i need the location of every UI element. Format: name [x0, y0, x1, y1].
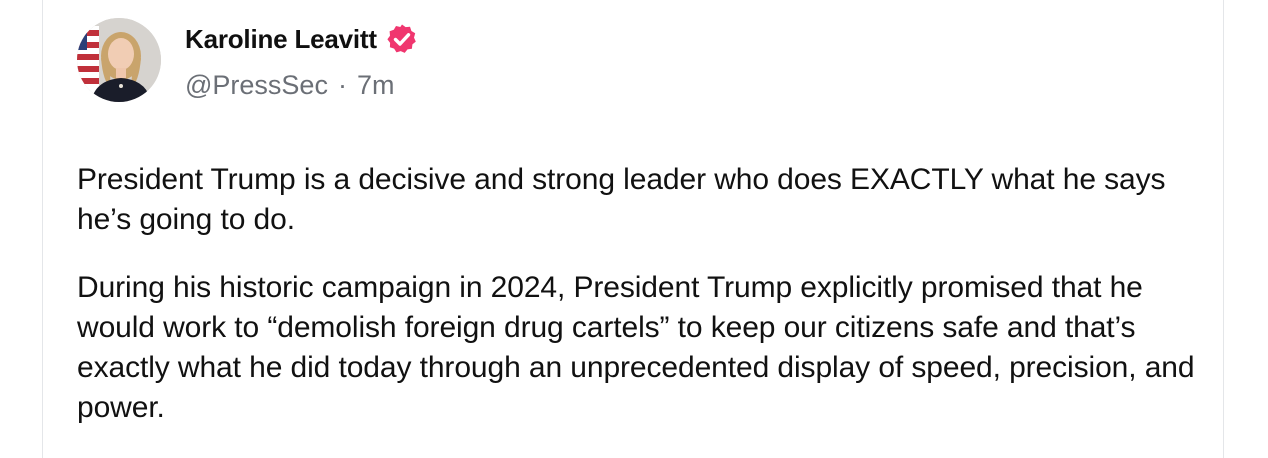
- meta-separator: ·: [337, 70, 347, 100]
- post-paragraph-1: President Trump is a decisive and strong…: [77, 163, 1166, 236]
- avatar[interactable]: [77, 18, 161, 102]
- post-card: Karoline Leavitt @PressSec · 7m Presiden…: [42, 0, 1224, 458]
- author-row: Karoline Leavitt: [185, 22, 419, 56]
- author-name[interactable]: Karoline Leavitt: [185, 24, 377, 55]
- post-body: President Trump is a decisive and strong…: [77, 160, 1197, 456]
- verified-badge-icon: [387, 24, 416, 53]
- post-meta: @PressSec · 7m: [185, 70, 394, 101]
- avatar-image: [77, 18, 161, 102]
- post-timestamp[interactable]: 7m: [357, 70, 395, 101]
- author-handle[interactable]: @PressSec: [185, 70, 328, 101]
- post-paragraph-2: During his historic campaign in 2024, Pr…: [77, 271, 1195, 424]
